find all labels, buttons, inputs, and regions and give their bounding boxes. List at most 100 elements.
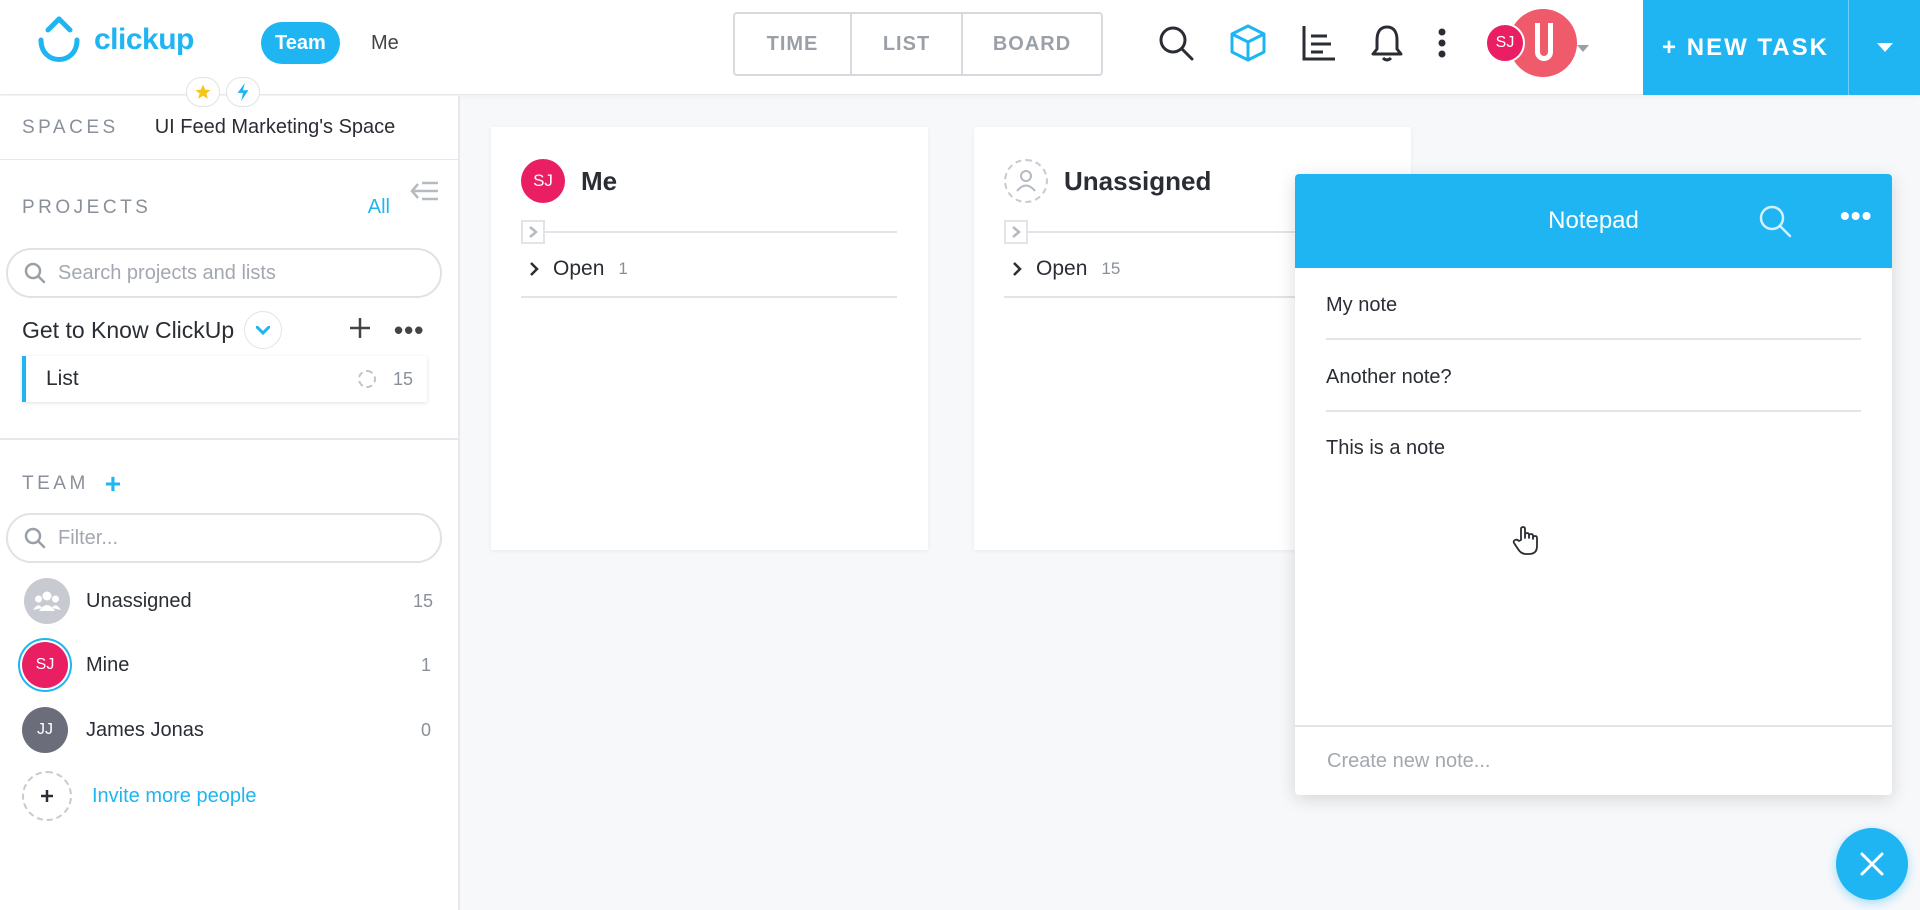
plus-icon: [22, 771, 72, 821]
search-icon: [24, 262, 46, 284]
team-filter-input[interactable]: [58, 526, 418, 550]
group-label: Open: [553, 257, 605, 280]
bell-icon[interactable]: [1367, 22, 1407, 64]
status-group-open[interactable]: Open 1: [529, 257, 628, 281]
search-icon[interactable]: [1156, 22, 1196, 64]
sidebar-item-list[interactable]: List 15: [22, 356, 427, 402]
avatar: SJ: [521, 159, 565, 203]
member-count: 15: [412, 590, 433, 611]
sidebar: SPACES UI Feed Marketing's Space PROJECT…: [0, 96, 460, 910]
chevron-right-icon: [1013, 262, 1022, 276]
collapse-sidebar-icon[interactable]: [410, 180, 440, 207]
chevron-down-icon[interactable]: [244, 311, 283, 349]
chevron-right-icon: [530, 262, 539, 276]
new-task-dropdown[interactable]: [1848, 0, 1920, 95]
member-count: 1: [420, 654, 431, 675]
expand-column-button[interactable]: [1004, 220, 1028, 244]
quick-badges: [186, 77, 260, 107]
notepad-panel: Notepad ••• My note Another note? This i…: [1295, 174, 1892, 795]
member-name: James Jonas: [86, 718, 204, 741]
clickup-logo[interactable]: clickup: [36, 16, 194, 64]
logo-text: clickup: [94, 23, 194, 56]
group-count: 15: [1101, 259, 1121, 278]
progress-ring-icon: [358, 370, 376, 388]
chart-icon[interactable]: [1299, 22, 1339, 64]
user-placeholder-icon: [1004, 159, 1048, 203]
note-item[interactable]: This is a note: [1326, 411, 1861, 483]
new-note-input[interactable]: [1327, 749, 1847, 773]
expand-column-button[interactable]: [521, 220, 545, 244]
notepad-title: Notepad: [1548, 207, 1639, 234]
all-projects-link[interactable]: All: [368, 196, 390, 219]
divider: [521, 296, 897, 298]
new-task-label[interactable]: + NEW TASK: [1643, 0, 1848, 95]
project-row: Get to Know ClickUp •••: [22, 310, 442, 350]
column-title: Unassigned: [1064, 165, 1212, 196]
hand-cursor-icon: [1512, 526, 1540, 561]
lightning-icon[interactable]: [226, 77, 260, 107]
team-filter-box: [6, 513, 442, 563]
group-icon: [24, 578, 70, 624]
notepad-more-button[interactable]: •••: [1840, 200, 1872, 232]
space-selector[interactable]: UI Feed Marketing's Space: [155, 116, 396, 139]
clickup-logo-icon: [38, 16, 80, 62]
projects-label: PROJECTS: [22, 196, 152, 218]
avatar: SJ: [22, 642, 68, 688]
member-count: 0: [420, 719, 431, 740]
avatar: SJ: [1485, 23, 1525, 63]
view-list-button[interactable]: LIST: [850, 14, 961, 74]
top-bar: clickup Team Me TIME LIST BOARD SJ + NEW…: [0, 0, 1920, 95]
column-header: Unassigned: [1004, 159, 1211, 203]
box-icon[interactable]: [1228, 22, 1268, 64]
user-menu[interactable]: SJ: [1482, 9, 1577, 77]
column-title: Me: [581, 165, 618, 196]
add-team-member-button[interactable]: +: [105, 468, 121, 500]
view-board-button[interactable]: BOARD: [961, 14, 1101, 74]
project-name[interactable]: Get to Know ClickUp: [22, 317, 234, 344]
note-item[interactable]: Another note?: [1326, 340, 1861, 412]
add-list-button[interactable]: [349, 314, 371, 346]
group-count: 1: [618, 259, 628, 278]
project-search-input[interactable]: [58, 261, 418, 285]
group-label: Open: [1036, 257, 1088, 280]
projects-header: PROJECTS All: [22, 196, 442, 219]
chevron-right-icon: [1012, 226, 1021, 238]
column-header: SJ Me: [521, 159, 617, 203]
plus-icon: [350, 318, 370, 338]
me-toggle-button[interactable]: Me: [371, 22, 399, 64]
invite-more-people-link[interactable]: Invite more people: [92, 785, 257, 808]
new-note-bar: [1295, 725, 1892, 795]
star-icon[interactable]: [186, 77, 220, 107]
search-icon[interactable]: [1758, 204, 1792, 243]
team-header: TEAM +: [22, 468, 121, 500]
status-group-open[interactable]: Open 15: [1012, 257, 1120, 281]
note-item[interactable]: My note: [1326, 268, 1861, 340]
close-notepad-button[interactable]: [1836, 828, 1908, 900]
member-james-jonas[interactable]: JJ James Jonas 0: [22, 705, 431, 755]
new-task-button[interactable]: + NEW TASK: [1643, 0, 1920, 95]
chevron-right-icon: [529, 226, 538, 238]
search-icon: [24, 527, 46, 549]
list-count: 15: [392, 368, 413, 389]
divider: [521, 231, 897, 233]
list-name: List: [46, 367, 79, 390]
kebab-icon[interactable]: [1422, 22, 1462, 64]
member-name: Unassigned: [86, 589, 192, 612]
board-column-me: SJ Me Open 1: [491, 127, 928, 550]
invite-row[interactable]: Invite more people: [22, 771, 422, 821]
chevron-down-icon[interactable]: [1577, 40, 1589, 58]
team-label: TEAM: [22, 473, 89, 494]
caret-down-icon: [1876, 42, 1893, 52]
member-unassigned[interactable]: Unassigned 15: [24, 576, 433, 626]
view-time-button[interactable]: TIME: [735, 14, 850, 74]
member-mine[interactable]: SJ Mine 1: [22, 640, 431, 690]
project-more-button[interactable]: •••: [394, 315, 424, 346]
avatar: JJ: [22, 707, 68, 753]
view-switcher: TIME LIST BOARD: [733, 12, 1103, 76]
project-search-box: [6, 248, 442, 298]
notepad-header: Notepad •••: [1295, 174, 1892, 268]
divider: [0, 438, 460, 440]
member-name: Mine: [86, 653, 130, 676]
close-icon: [1860, 852, 1884, 876]
team-toggle-button[interactable]: Team: [261, 22, 340, 64]
